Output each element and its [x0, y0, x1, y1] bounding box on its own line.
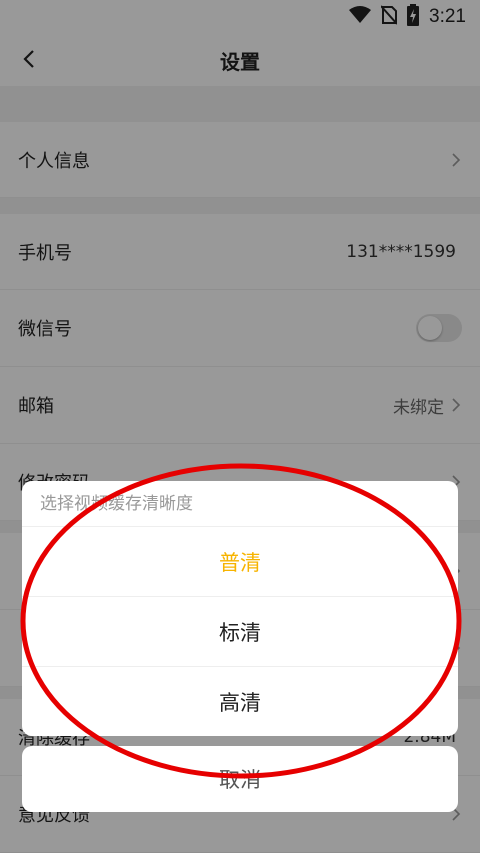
- cancel-button[interactable]: 取消: [22, 746, 458, 812]
- action-sheet-title: 选择视频缓存清晰度: [22, 481, 458, 527]
- option-sd-quality[interactable]: 标清: [22, 597, 458, 667]
- option-hd-quality[interactable]: 高清: [22, 667, 458, 736]
- quality-action-sheet: 选择视频缓存清晰度 普清 标清 高清: [22, 481, 458, 736]
- option-standard-quality[interactable]: 普清: [22, 527, 458, 597]
